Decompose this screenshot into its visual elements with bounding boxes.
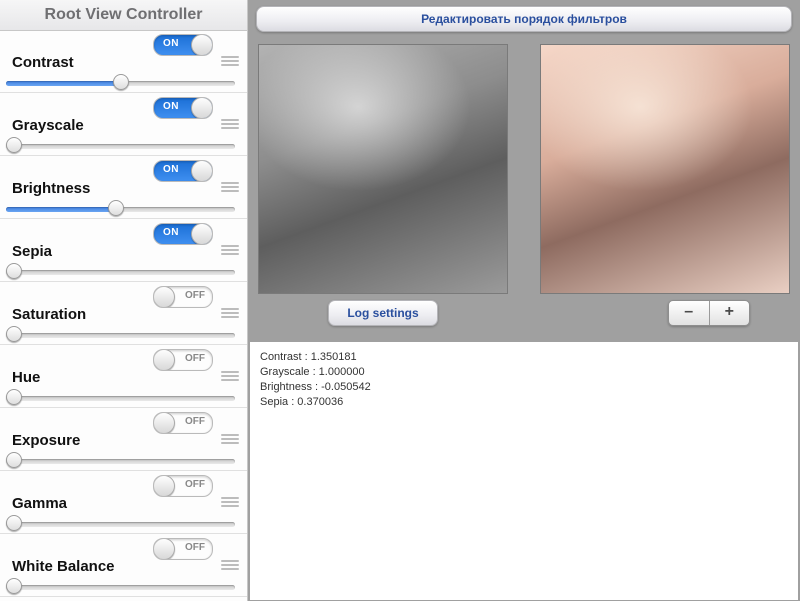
stepper-plus[interactable]: + (710, 301, 750, 325)
slider-track (6, 144, 235, 149)
slider-thumb[interactable] (6, 389, 22, 405)
reorder-grip-icon[interactable] (221, 306, 239, 320)
photo-filtered (541, 45, 789, 293)
reorder-grip-icon[interactable] (221, 180, 239, 194)
toggle-label: ON (163, 164, 179, 175)
slider-track (6, 459, 235, 464)
filter-cell: Contrast ON (0, 30, 247, 93)
slider-thumb[interactable] (6, 515, 22, 531)
filter-slider[interactable] (6, 580, 235, 592)
slider-track (6, 396, 235, 401)
preview-original (258, 44, 508, 294)
filter-cell: Gamma OFF (0, 471, 247, 534)
filter-label: Brightness (12, 180, 90, 197)
filter-label: Hue (12, 369, 40, 386)
filter-toggle[interactable]: OFF (153, 286, 213, 308)
filter-toggle[interactable]: ON (153, 34, 213, 56)
toggle-label: ON (163, 227, 179, 238)
filter-label: Sepia (12, 243, 52, 260)
slider-thumb[interactable] (6, 137, 22, 153)
slider-thumb[interactable] (108, 200, 124, 216)
filter-label: Grayscale (12, 117, 84, 134)
size-stepper[interactable]: – + (668, 300, 750, 326)
filter-slider[interactable] (6, 517, 235, 529)
filter-cell: Exposure OFF (0, 408, 247, 471)
toggle-knob (191, 97, 213, 119)
slider-track (6, 270, 235, 275)
toggle-knob (153, 286, 175, 308)
slider-fill (6, 207, 116, 212)
toggle-knob (153, 349, 175, 371)
toggle-label: OFF (185, 353, 205, 364)
filter-toggle[interactable]: OFF (153, 475, 213, 497)
filter-cell: Sepia ON (0, 219, 247, 282)
slider-track (6, 333, 235, 338)
filter-toggle[interactable]: ON (153, 97, 213, 119)
reorder-grip-icon[interactable] (221, 432, 239, 446)
filter-toggle[interactable]: OFF (153, 349, 213, 371)
reorder-grip-icon[interactable] (221, 495, 239, 509)
edit-order-button[interactable]: Редактировать порядок фильтров (256, 6, 792, 32)
filter-label: Exposure (12, 432, 80, 449)
sidebar-title: Root View Controller (0, 0, 247, 31)
reorder-grip-icon[interactable] (221, 243, 239, 257)
slider-thumb[interactable] (6, 263, 22, 279)
reorder-grip-icon[interactable] (221, 54, 239, 68)
log-settings-button[interactable]: Log settings (328, 300, 438, 326)
slider-thumb[interactable] (6, 326, 22, 342)
toggle-label: ON (163, 101, 179, 112)
sidebar: Root View Controller ContrastONGrayscale… (0, 0, 248, 601)
filter-toggle[interactable]: OFF (153, 412, 213, 434)
filter-slider[interactable] (6, 328, 235, 340)
reorder-grip-icon[interactable] (221, 369, 239, 383)
filter-label: Gamma (12, 495, 67, 512)
toggle-knob (191, 160, 213, 182)
reorder-grip-icon[interactable] (221, 117, 239, 131)
slider-thumb[interactable] (6, 578, 22, 594)
filter-cell: Grayscale ON (0, 93, 247, 156)
preview-filtered (540, 44, 790, 294)
filter-slider[interactable] (6, 76, 235, 88)
filter-cell: Hue OFF (0, 345, 247, 408)
filter-cell: White Balance OFF (0, 534, 247, 597)
toggle-knob (153, 412, 175, 434)
toggle-label: ON (163, 38, 179, 49)
filter-list[interactable]: Contrast ON Grayscale ON Brightness ON Sepia ON… (0, 30, 247, 601)
filter-slider[interactable] (6, 139, 235, 151)
filter-slider[interactable] (6, 265, 235, 277)
filter-slider[interactable] (6, 391, 235, 403)
slider-thumb[interactable] (6, 452, 22, 468)
filter-label: Contrast (12, 54, 74, 71)
slider-fill (6, 81, 121, 86)
filter-label: White Balance (12, 558, 115, 575)
toggle-knob (153, 538, 175, 560)
filter-toggle[interactable]: OFF (153, 538, 213, 560)
toggle-label: OFF (185, 416, 205, 427)
filter-label: Saturation (12, 306, 86, 323)
toggle-knob (191, 223, 213, 245)
slider-track (6, 585, 235, 590)
filter-toggle[interactable]: ON (153, 160, 213, 182)
stepper-minus[interactable]: – (669, 301, 710, 325)
filter-cell: Saturation OFF (0, 282, 247, 345)
toggle-label: OFF (185, 542, 205, 553)
toggle-label: OFF (185, 290, 205, 301)
main-pane: Редактировать порядок фильтров Log setti… (248, 0, 800, 601)
toggle-knob (191, 34, 213, 56)
photo-original (259, 45, 507, 293)
toggle-knob (153, 475, 175, 497)
log-output: Contrast : 1.350181 Grayscale : 1.000000… (250, 342, 798, 600)
filter-toggle[interactable]: ON (153, 223, 213, 245)
slider-track (6, 522, 235, 527)
filter-slider[interactable] (6, 202, 235, 214)
reorder-grip-icon[interactable] (221, 558, 239, 572)
toggle-label: OFF (185, 479, 205, 490)
slider-thumb[interactable] (113, 74, 129, 90)
filter-cell: Brightness ON (0, 156, 247, 219)
filter-slider[interactable] (6, 454, 235, 466)
